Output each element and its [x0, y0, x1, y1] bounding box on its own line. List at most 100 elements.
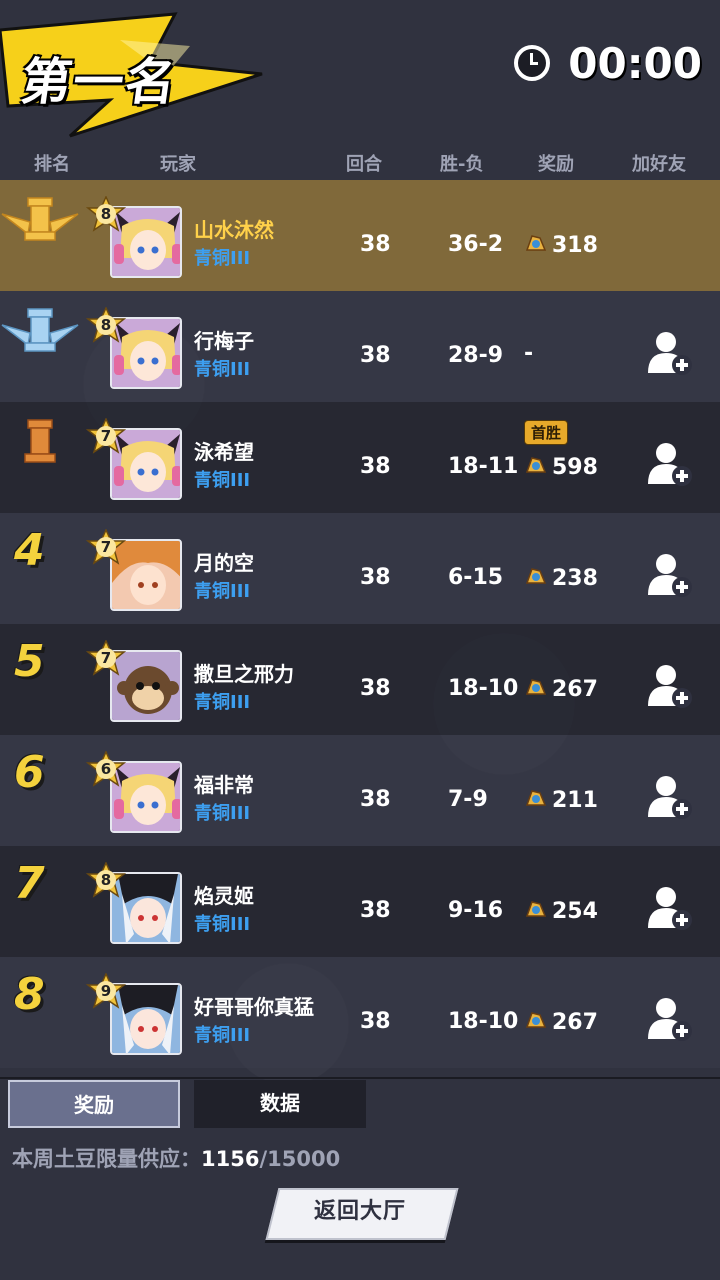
add-friend-icon[interactable]: [644, 549, 694, 599]
win-loss-value: 6-15: [448, 565, 504, 590]
level-star-icon: 7: [86, 418, 126, 458]
column-header-win-loss: 胜-负: [440, 154, 484, 175]
table-row: 8 山水沐然青铜III 38 36-2 318: [0, 180, 720, 291]
player-name: 好哥哥你真猛: [194, 995, 314, 1019]
level-value: 9: [100, 982, 112, 1000]
add-friend-icon[interactable]: [644, 882, 694, 932]
reward: 267: [524, 1007, 598, 1037]
reward: -: [524, 341, 533, 366]
reward-value: 267: [552, 1009, 598, 1035]
reward-value: 238: [552, 565, 598, 591]
reward: 598: [524, 452, 598, 482]
level-value: 7: [100, 538, 112, 556]
column-header-add-friend: 加好友: [632, 154, 686, 175]
reward: 318: [524, 230, 598, 260]
table-row: 7 8 焰灵姬 青铜III 38 9-16 254: [0, 846, 720, 957]
rounds-value: 38: [360, 232, 391, 257]
level-star-icon: 8: [86, 196, 126, 236]
level-star-icon: 9: [86, 973, 126, 1013]
rank-number: 4: [14, 525, 45, 576]
supply-current: 1156: [201, 1147, 260, 1171]
level-value: 8: [100, 205, 112, 223]
player-tier: 青铜III: [194, 470, 251, 491]
table-row: 5 7 撒旦之邢力 青铜III 38 18-10 267: [0, 624, 720, 735]
rounds-value: 38: [360, 1009, 391, 1034]
add-friend-icon[interactable]: [644, 660, 694, 710]
first-win-badge: 首胜: [524, 420, 569, 445]
level-star-icon: 8: [86, 307, 126, 347]
reward-value: 598: [552, 454, 598, 480]
reward: 254: [524, 896, 598, 926]
leaderboard-list: 8 山水沐然 青铜III 38 36-2 318 8 行梅子 青铜III 38 28-9-7 泳希望青…: [0, 180, 720, 1068]
reward: 267: [524, 674, 598, 704]
player-name: 山水沐然: [194, 218, 274, 242]
table-row: 8 9 好哥哥你真猛 青铜III 38 18-10 267: [0, 957, 720, 1068]
player-tier: 青铜III: [194, 692, 251, 713]
potato-coin-icon: [524, 674, 552, 704]
table-row: 6 6 福非常 青铜III 38 7-9 211: [0, 735, 720, 846]
weekly-supply: 本周土豆限量供应：1156/15000: [12, 1143, 340, 1173]
level-value: 8: [100, 316, 112, 334]
page-title: 第一名: [17, 53, 182, 111]
win-loss-value: 18-10: [448, 1009, 519, 1034]
reward: 211: [524, 785, 598, 815]
tab-rewards[interactable]: 奖励: [8, 1080, 180, 1128]
rank-number: 8: [14, 969, 45, 1020]
reward-value: 318: [552, 232, 598, 258]
player-name: 福非常: [194, 773, 254, 797]
column-header-rank: 排名: [34, 154, 70, 175]
level-star-icon: 8: [86, 862, 126, 902]
reward-value: 211: [552, 787, 598, 813]
column-header-reward: 奖励: [538, 154, 574, 175]
divider: [0, 1077, 720, 1079]
supply-total: /15000: [259, 1147, 341, 1171]
add-friend-icon[interactable]: [644, 771, 694, 821]
win-loss-value: 7-9: [448, 787, 488, 812]
player-name: 泳希望: [194, 440, 254, 464]
player-tier: 青铜III: [194, 914, 251, 935]
potato-coin-icon: [524, 563, 552, 593]
win-loss-value: 36-2: [448, 232, 504, 257]
clock-icon: [514, 45, 551, 81]
back-to-lobby-label[interactable]: 返回大厅: [272, 1188, 448, 1236]
table-row: 4 7 月的空 青铜III 38 6-15 238: [0, 513, 720, 624]
player-name: 焰灵姬: [194, 884, 254, 908]
add-friend-icon[interactable]: [644, 993, 694, 1043]
level-value: 7: [100, 427, 112, 445]
rounds-value: 38: [360, 565, 391, 590]
rounds-value: 38: [360, 454, 391, 479]
potato-coin-icon: [524, 896, 552, 926]
rounds-value: 38: [360, 787, 391, 812]
player-tier: 青铜III: [194, 248, 251, 269]
column-header-player: 玩家: [160, 154, 196, 175]
rounds-value: 38: [360, 898, 391, 923]
player-tier: 青铜III: [194, 1025, 251, 1046]
win-loss-value: 18-11: [448, 454, 519, 479]
timer: 00:00: [514, 38, 702, 88]
player-name: 行梅子: [194, 329, 254, 353]
level-star-icon: 6: [86, 751, 126, 791]
win-loss-value: 28-9: [448, 343, 504, 368]
player-name: 撒旦之邢力: [194, 662, 294, 686]
add-friend-icon[interactable]: [644, 438, 694, 488]
reward-value: -: [524, 341, 534, 366]
potato-coin-icon: [524, 785, 552, 815]
reward-value: 267: [552, 676, 598, 702]
add-friend-icon[interactable]: [644, 327, 694, 377]
table-row: 8 行梅子青铜III 38 28-9-: [0, 291, 720, 402]
tab-stats[interactable]: 数据: [194, 1080, 366, 1128]
reward: 238: [524, 563, 598, 593]
rounds-value: 38: [360, 676, 391, 701]
rank-number: 7: [14, 858, 45, 909]
player-tier: 青铜III: [194, 803, 251, 824]
player-tier: 青铜III: [194, 581, 251, 602]
placement-banner: 第一名: [0, 0, 270, 140]
silver-rook-wings-icon: [0, 303, 80, 363]
column-header-rounds: 回合: [346, 154, 382, 175]
player-tier: 青铜III: [194, 359, 251, 380]
timer-value: 00:00: [568, 38, 702, 88]
reward-value: 254: [552, 898, 598, 924]
level-star-icon: 7: [86, 529, 126, 569]
rounds-value: 38: [360, 343, 391, 368]
rank-number: 5: [14, 636, 45, 687]
